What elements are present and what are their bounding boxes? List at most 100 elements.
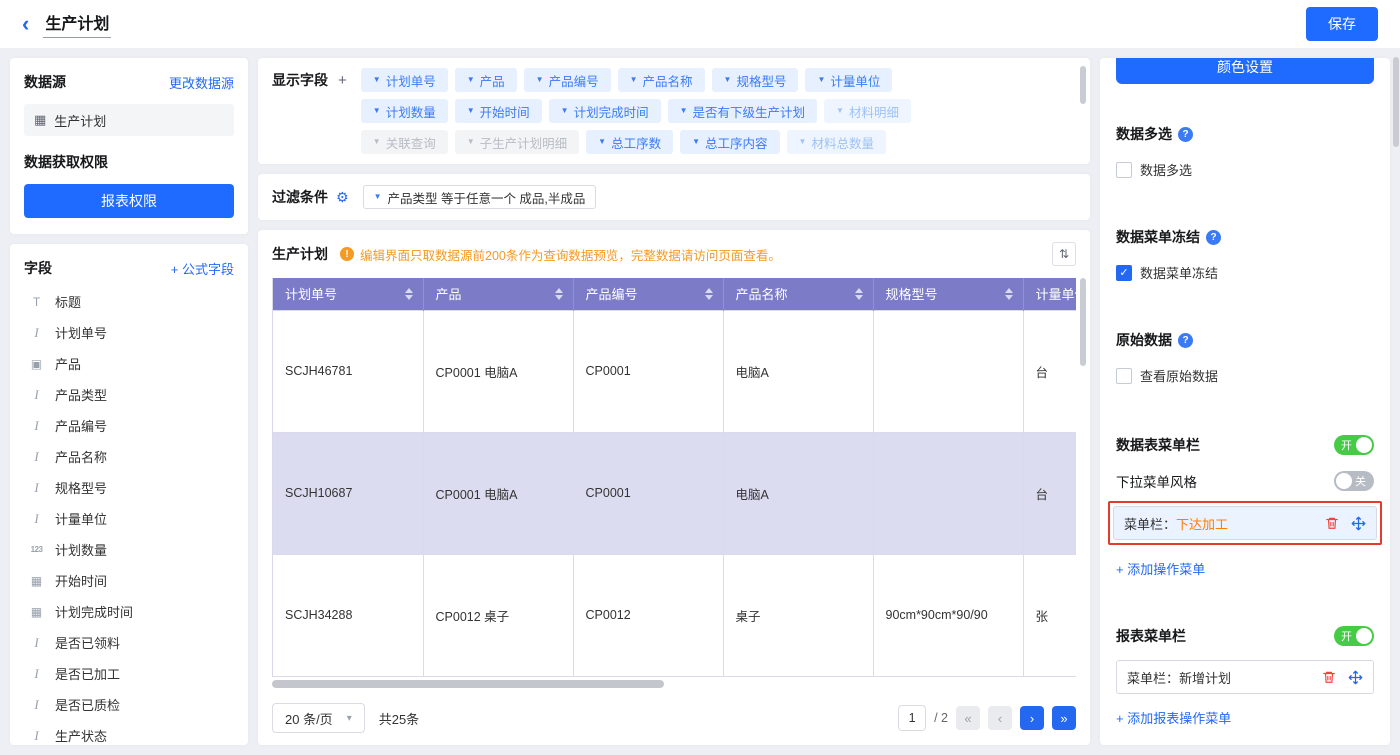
checkbox-checked[interactable]: ✓ xyxy=(1116,265,1132,281)
raw-data-checkbox[interactable]: 查看原始数据 xyxy=(1116,366,1374,385)
field-item-unit[interactable]: I计量单位 xyxy=(24,503,234,534)
add-field-button[interactable]: + xyxy=(338,72,347,89)
help-icon[interactable]: ? xyxy=(1178,333,1193,348)
field-tag[interactable]: ▼关联查询 xyxy=(361,130,448,154)
field-item-material-taken[interactable]: I是否已领料 xyxy=(24,627,234,658)
table-row[interactable]: SCJH46781 CP0001 电脑A CP0001 电脑A 台 xyxy=(273,310,1076,432)
column-header[interactable]: 计划单号 xyxy=(273,278,423,310)
field-item-plan-qty[interactable]: 123计划数量 xyxy=(24,534,234,565)
checkbox-unchecked[interactable] xyxy=(1116,162,1132,178)
table-cell[interactable] xyxy=(873,310,1023,432)
dropdown-style-toggle[interactable]: 关 xyxy=(1334,471,1374,491)
table-cell[interactable]: CP0012 xyxy=(573,554,723,676)
horizontal-scrollbar[interactable] xyxy=(272,680,664,688)
field-item-inspected[interactable]: I是否已质检 xyxy=(24,689,234,720)
page-size-select[interactable]: 20 条/页 ▾ xyxy=(272,703,365,733)
add-report-menu-link[interactable]: + 添加报表操作菜单 xyxy=(1116,708,1231,727)
field-tag[interactable]: ▼开始时间 xyxy=(455,99,542,123)
datasource-item[interactable]: ▦ 生产计划 xyxy=(24,104,234,136)
help-icon[interactable]: ? xyxy=(1178,127,1193,142)
table-cell[interactable] xyxy=(873,432,1023,554)
field-tag[interactable]: ▼计划单号 xyxy=(361,68,448,92)
field-tag[interactable]: ▼计划完成时间 xyxy=(549,99,661,123)
field-item-finish-time[interactable]: ▦计划完成时间 xyxy=(24,596,234,627)
column-header[interactable]: 计量单位 xyxy=(1023,278,1076,310)
column-header[interactable]: 产品名称 xyxy=(723,278,873,310)
sort-settings-button[interactable]: ⇅ xyxy=(1052,242,1076,266)
table-cell[interactable]: CP0012 桌子 xyxy=(423,554,573,676)
table-cell[interactable]: 台 xyxy=(1023,310,1076,432)
table-cell[interactable]: 电脑A xyxy=(723,310,873,432)
field-item-product-type[interactable]: I产品类型 xyxy=(24,379,234,410)
scrollbar-thumb[interactable] xyxy=(1080,278,1086,366)
field-tag[interactable]: ▼材料明细 xyxy=(824,99,911,123)
multi-select-checkbox[interactable]: 数据多选 xyxy=(1116,160,1374,179)
prev-page-button[interactable]: ‹ xyxy=(988,706,1012,730)
field-item-start-time[interactable]: ▦开始时间 xyxy=(24,565,234,596)
field-tag[interactable]: ▼材料总数量 xyxy=(787,130,886,154)
menu-item-row[interactable]: 菜单栏： 下达加工 xyxy=(1113,506,1377,540)
table-cell[interactable]: 电脑A xyxy=(723,432,873,554)
trash-icon[interactable] xyxy=(1322,670,1336,684)
table-cell[interactable]: 张 xyxy=(1023,554,1076,676)
sort-icon[interactable] xyxy=(555,288,563,300)
sort-icon[interactable] xyxy=(855,288,863,300)
checkbox-unchecked[interactable] xyxy=(1116,368,1132,384)
last-page-button[interactable]: » xyxy=(1052,706,1076,730)
field-tag[interactable]: ▼规格型号 xyxy=(712,68,799,92)
scrollbar-thumb[interactable] xyxy=(1080,66,1086,104)
save-button[interactable]: 保存 xyxy=(1306,7,1378,41)
report-permission-button[interactable]: 报表权限 xyxy=(24,184,234,218)
sort-icon[interactable] xyxy=(705,288,713,300)
next-page-button[interactable]: › xyxy=(1020,706,1044,730)
field-tag[interactable]: ▼计划数量 xyxy=(361,99,448,123)
filter-condition-tag[interactable]: ▼ 产品类型 等于任意一个 成品,半成品 xyxy=(363,185,597,209)
menu-freeze-checkbox[interactable]: ✓ 数据菜单冻结 xyxy=(1116,263,1374,282)
table-cell[interactable]: 桌子 xyxy=(723,554,873,676)
menu-item-row[interactable]: 菜单栏： 新增计划 xyxy=(1116,660,1374,694)
table-cell[interactable]: 台 xyxy=(1023,432,1076,554)
table-cell[interactable]: CP0001 xyxy=(573,432,723,554)
field-item-spec[interactable]: I规格型号 xyxy=(24,472,234,503)
field-item-title[interactable]: T标题 xyxy=(24,286,234,317)
data-table-menu-toggle[interactable]: 开 xyxy=(1334,435,1374,455)
sort-icon[interactable] xyxy=(1005,288,1013,300)
field-tag[interactable]: ▼子生产计划明细 xyxy=(455,130,579,154)
page-scrollbar-thumb[interactable] xyxy=(1393,57,1399,147)
field-tag[interactable]: ▼总工序内容 xyxy=(680,130,779,154)
column-header[interactable]: 产品编号 xyxy=(573,278,723,310)
add-formula-field-link[interactable]: + 公式字段 xyxy=(171,259,234,278)
field-tag[interactable]: ▼总工序数 xyxy=(586,130,673,154)
report-menu-toggle[interactable]: 开 xyxy=(1334,626,1374,646)
table-cell[interactable]: CP0001 电脑A xyxy=(423,432,573,554)
column-header[interactable]: 产品 xyxy=(423,278,573,310)
field-tag[interactable]: ▼产品 xyxy=(455,68,517,92)
page-title[interactable]: 生产计划 xyxy=(43,10,111,38)
first-page-button[interactable]: « xyxy=(956,706,980,730)
field-tag[interactable]: ▼产品编号 xyxy=(524,68,611,92)
table-cell[interactable]: 90cm*90cm*90/90 xyxy=(873,554,1023,676)
field-tag[interactable]: ▼计量单位 xyxy=(805,68,892,92)
move-icon[interactable] xyxy=(1351,516,1366,531)
table-row-selected[interactable]: SCJH10687 CP0001 电脑A CP0001 电脑A 台 xyxy=(273,432,1076,554)
table-cell[interactable]: CP0001 xyxy=(573,310,723,432)
field-tag[interactable]: ▼产品名称 xyxy=(618,68,705,92)
table-cell[interactable]: SCJH34288 xyxy=(273,554,423,676)
field-item-production-status[interactable]: I生产状态 xyxy=(24,720,234,745)
field-item-product[interactable]: ▣产品 xyxy=(24,348,234,379)
back-icon[interactable]: ‹ xyxy=(22,13,29,35)
add-operation-menu-link[interactable]: + 添加操作菜单 xyxy=(1116,559,1205,578)
trash-icon[interactable] xyxy=(1325,516,1339,530)
help-icon[interactable]: ? xyxy=(1206,230,1221,245)
column-header[interactable]: 规格型号 xyxy=(873,278,1023,310)
move-icon[interactable] xyxy=(1348,670,1363,685)
sort-icon[interactable] xyxy=(405,288,413,300)
table-row[interactable]: SCJH34288 CP0012 桌子 CP0012 桌子 90cm*90cm*… xyxy=(273,554,1076,676)
field-item-processed[interactable]: I是否已加工 xyxy=(24,658,234,689)
table-cell[interactable]: CP0001 电脑A xyxy=(423,310,573,432)
field-item-product-name[interactable]: I产品名称 xyxy=(24,441,234,472)
table-cell[interactable]: SCJH10687 xyxy=(273,432,423,554)
current-page-input[interactable]: 1 xyxy=(898,705,926,731)
field-tag[interactable]: ▼是否有下级生产计划 xyxy=(668,99,817,123)
field-item-product-code[interactable]: I产品编号 xyxy=(24,410,234,441)
